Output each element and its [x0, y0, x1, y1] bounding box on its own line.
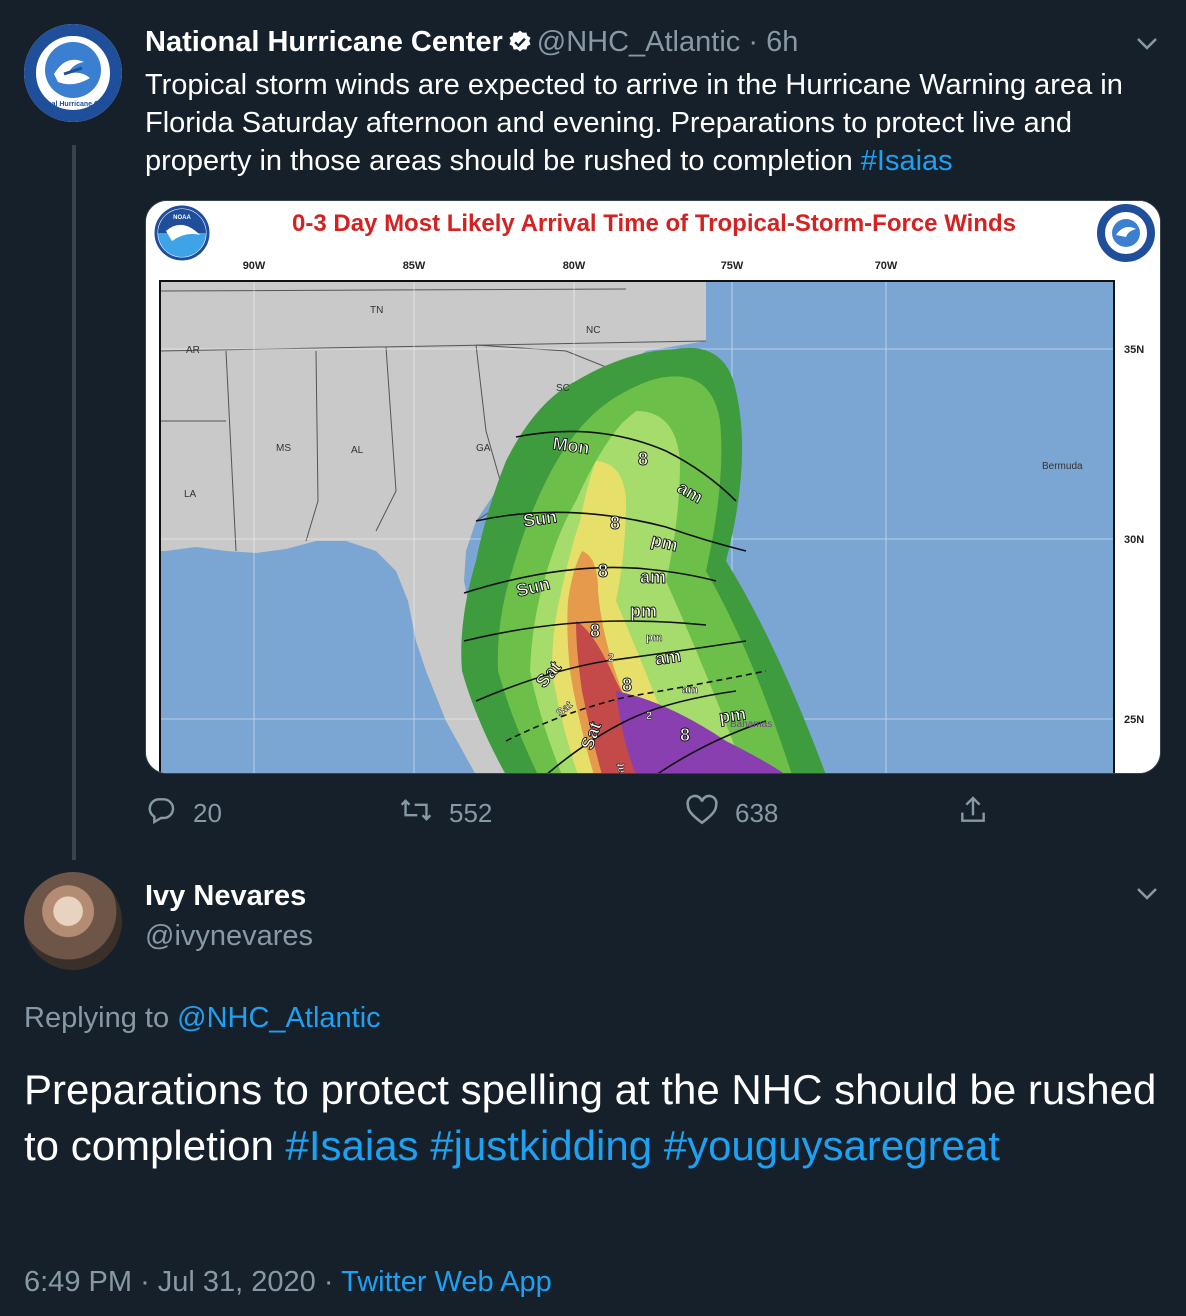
isochrone-label: pm [646, 632, 663, 644]
like-count: 638 [735, 798, 779, 828]
timestamp[interactable]: 6h [766, 26, 798, 58]
share-button[interactable] [957, 794, 989, 833]
author-name[interactable]: National Hurricane Center [145, 26, 503, 58]
map-title: 0-3 Day Most Likely Arrival Time of Trop… [292, 210, 1016, 237]
state-label-tn: TN [370, 305, 383, 316]
noaa-logo-text: NOAA [173, 215, 191, 221]
retweet-count: 552 [449, 798, 493, 828]
isochrone-label: 2 [608, 652, 614, 664]
author-handle[interactable]: @NHC_Atlantic [537, 26, 741, 58]
isochrone-label: pm [718, 703, 748, 727]
state-label-sc: SC [556, 383, 570, 394]
isochrone-label: 8 [598, 561, 608, 581]
isochrone-label: am [640, 567, 666, 587]
separator-dot: · [323, 1266, 334, 1298]
isochrone-label: am [654, 646, 683, 669]
retweet-icon [399, 794, 433, 833]
isochrone-label: 8 [638, 449, 648, 469]
noaa-logo-icon: NOAA [154, 205, 210, 261]
tweet-header: National Hurricane Center @NHC_Atlantic ·… [145, 24, 798, 64]
share-icon [957, 794, 989, 833]
verified-badge-icon [507, 28, 533, 64]
state-label-ga: GA [476, 443, 491, 454]
thread-connector [72, 145, 76, 860]
chevron-down-icon[interactable] [1134, 30, 1160, 56]
forecast-map-image[interactable]: NOAA 0-3 Day Most Likely Arrival Time of… [145, 200, 1161, 774]
avatar-caption: National Hurricane Center [30, 101, 117, 108]
isochrone-label: 8 [590, 621, 600, 641]
isochrone-label: 8 [610, 513, 620, 533]
state-label-ms: MS [276, 443, 291, 454]
replying-to-link[interactable]: @NHC_Atlantic [177, 1002, 381, 1034]
state-label-ar: AR [186, 345, 200, 356]
chevron-down-icon[interactable] [1134, 880, 1160, 906]
reply-time[interactable]: 6:49 PM [24, 1266, 132, 1298]
isochrone-label: 8 [622, 675, 632, 695]
state-label-nc: NC [586, 325, 600, 336]
like-button[interactable]: 638 [685, 794, 778, 833]
isochrone-label: pm [630, 601, 657, 621]
nhc-avatar[interactable]: National Hurricane Center [24, 24, 122, 122]
reply-button[interactable]: 20 [145, 794, 222, 833]
hashtag-link[interactable]: #Isaias [861, 145, 953, 177]
tweet-text: Tropical storm winds are expected to arr… [145, 66, 1165, 180]
reply-date[interactable]: Jul 31, 2020 [158, 1266, 316, 1298]
state-label-al: AL [351, 445, 364, 456]
source-app-link[interactable]: Twitter Web App [341, 1266, 552, 1298]
lon-label: 70W [875, 260, 898, 272]
tweet-body: Tropical storm winds are expected to arr… [145, 69, 1123, 177]
reply-text: Preparations to protect spelling at the … [24, 1062, 1164, 1174]
lon-label: 85W [403, 260, 426, 272]
reply-count: 20 [193, 798, 222, 828]
hashtag-link[interactable]: #justkidding [430, 1122, 652, 1169]
lat-label: 25N [1124, 714, 1144, 726]
lon-label: 75W [721, 260, 744, 272]
hashtag-link[interactable]: #youguysaregreat [664, 1122, 1000, 1169]
heart-icon [685, 794, 719, 833]
isochrone-label: 8 [680, 725, 690, 745]
lon-label: 90W [243, 260, 266, 272]
reply-author-name[interactable]: Ivy Nevares [145, 880, 306, 913]
tweet-actions: 20 552 638 [145, 794, 1045, 834]
separator-dot: · [140, 1266, 150, 1298]
lon-label: 80W [563, 260, 586, 272]
retweet-button[interactable]: 552 [399, 794, 492, 833]
isochrone-label: am [682, 684, 698, 696]
reply-author-handle[interactable]: @ivynevares [145, 920, 313, 953]
ivy-avatar[interactable] [24, 872, 122, 970]
isochrone-label: at [615, 763, 627, 773]
lat-label: 30N [1124, 534, 1144, 546]
separator-dot: · [748, 26, 758, 58]
replying-prefix: Replying to [24, 1002, 170, 1034]
reply-icon [145, 794, 177, 833]
replying-to: Replying to @NHC_Atlantic [24, 1002, 381, 1035]
nws-logo-icon [1097, 204, 1155, 262]
state-label-la: LA [184, 489, 197, 500]
place-label-bermuda: Bermuda [1042, 461, 1083, 472]
tweet-meta: 6:49 PM · Jul 31, 2020 · Twitter Web App [24, 1266, 552, 1299]
hashtag-link[interactable]: #Isaias [285, 1122, 418, 1169]
isochrone-label: 2 [646, 710, 652, 722]
lat-label: 35N [1124, 344, 1144, 356]
